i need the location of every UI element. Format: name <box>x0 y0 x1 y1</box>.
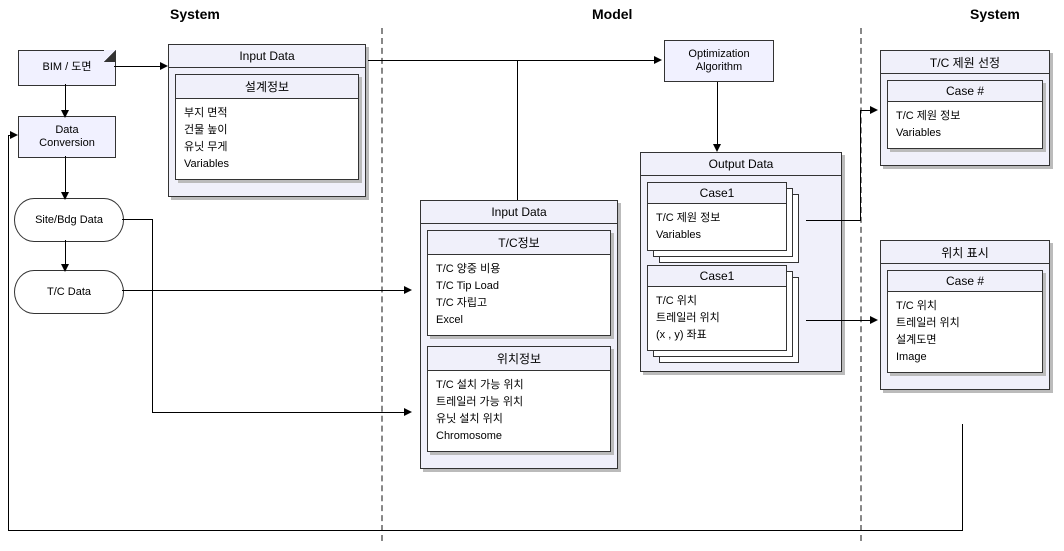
line: T/C 위치 <box>656 293 778 310</box>
line: 트레일러 위치 <box>896 315 1034 332</box>
line: (x , y) 좌표 <box>656 327 778 344</box>
node-optimization-algorithm: Optimization Algorithm <box>664 40 774 82</box>
arrow <box>806 220 860 221</box>
group-location-display: 위치 표시 Case # T/C 위치 트레일러 위치 설계도면 Image <box>880 240 1050 390</box>
arrow <box>65 156 66 194</box>
arrow <box>65 84 66 112</box>
arrowhead-icon <box>61 192 69 200</box>
card-title: Case # <box>888 81 1042 102</box>
arrow <box>717 82 718 146</box>
card-case-location: Case1 T/C 위치 트레일러 위치 (x , y) 좌표 <box>647 265 787 351</box>
arrow <box>152 219 153 412</box>
arrowhead-icon <box>713 144 721 152</box>
arrowhead-icon <box>10 131 18 139</box>
line: T/C 제원 정보 <box>656 210 778 227</box>
line: 트레일러 위치 <box>656 310 778 327</box>
line: 유닛 설치 위치 <box>436 411 602 428</box>
divider-right <box>860 28 862 541</box>
group-input-data-design: Input Data 설계정보 부지 면적 건물 높이 유닛 무게 Variab… <box>168 44 366 197</box>
arrowhead-icon <box>404 408 412 416</box>
arrow <box>8 135 9 531</box>
group-title: Output Data <box>641 153 841 176</box>
col-header-system-right: System <box>970 6 1020 22</box>
node-bim-document: BIM / 도면 <box>18 50 116 86</box>
line: 부지 면적 <box>184 105 350 122</box>
node-data-conversion: Data Conversion <box>18 116 116 158</box>
line: T/C 양중 비용 <box>436 261 602 278</box>
arrow <box>152 412 406 413</box>
arrowhead-icon <box>160 62 168 70</box>
arrow <box>806 320 872 321</box>
card-case-spec-out: Case # T/C 제원 정보 Variables <box>887 80 1043 149</box>
group-title: 위치 표시 <box>881 241 1049 264</box>
line: Image <box>896 349 1034 366</box>
arrow <box>122 290 406 291</box>
card-location-info: 위치정보 T/C 설치 가능 위치 트레일러 가능 위치 유닛 설치 위치 Ch… <box>427 346 611 452</box>
card-title: 설계정보 <box>176 75 358 99</box>
arrowhead-icon <box>870 316 878 324</box>
card-title: T/C정보 <box>428 231 610 255</box>
card-title: Case1 <box>648 183 786 204</box>
line: 트레일러 가능 위치 <box>436 394 602 411</box>
col-header-system-left: System <box>170 6 220 22</box>
stack-case-location: Case1 T/C 위치 트레일러 위치 (x , y) 좌표 <box>647 265 787 351</box>
card-tc-info: T/C정보 T/C 양중 비용 T/C Tip Load T/C 자립고 Exc… <box>427 230 611 336</box>
stack-case-spec: Case1 T/C 제원 정보 Variables <box>647 182 787 251</box>
group-title: Input Data <box>169 45 365 68</box>
arrow <box>65 240 66 266</box>
line: 건물 높이 <box>184 122 350 139</box>
line: 유닛 무게 <box>184 139 350 156</box>
arrow <box>962 424 963 530</box>
line: T/C 위치 <box>896 298 1034 315</box>
line: T/C 자립고 <box>436 295 602 312</box>
card-case-location-out: Case # T/C 위치 트레일러 위치 설계도면 Image <box>887 270 1043 373</box>
line: Variables <box>656 227 778 244</box>
group-output-data: Output Data Case1 T/C 제원 정보 Variables Ca… <box>640 152 842 372</box>
diagram: System Model System BIM / 도면 Data Conver… <box>0 0 1064 551</box>
line: T/C 제원 정보 <box>896 108 1034 125</box>
line: T/C 설치 가능 위치 <box>436 377 602 394</box>
group-title: T/C 제원 선정 <box>881 51 1049 74</box>
node-tc-data: T/C Data <box>14 270 124 314</box>
group-tc-spec-select: T/C 제원 선정 Case # T/C 제원 정보 Variables <box>880 50 1050 166</box>
arrowhead-icon <box>61 110 69 118</box>
card-title: Case # <box>888 271 1042 292</box>
arrowhead-icon <box>870 106 878 114</box>
card-case-spec: Case1 T/C 제원 정보 Variables <box>647 182 787 251</box>
arrow <box>122 219 152 220</box>
arrowhead-icon <box>404 286 412 294</box>
card-title: 위치정보 <box>428 347 610 371</box>
card-title: Case1 <box>648 266 786 287</box>
node-site-bdg-data: Site/Bdg Data <box>14 198 124 242</box>
group-title: Input Data <box>421 201 617 224</box>
arrow <box>860 110 861 221</box>
line: T/C Tip Load <box>436 278 602 295</box>
arrowhead-icon <box>61 264 69 272</box>
arrowhead-icon <box>654 56 662 64</box>
col-header-model: Model <box>592 6 632 22</box>
divider-left <box>381 28 383 541</box>
card-design-info: 설계정보 부지 면적 건물 높이 유닛 무게 Variables <box>175 74 359 180</box>
line: Chromosome <box>436 428 602 445</box>
arrow <box>8 530 963 531</box>
line: Variables <box>896 125 1034 142</box>
line: 설계도면 <box>896 332 1034 349</box>
line: Excel <box>436 312 602 329</box>
group-input-data-model: Input Data T/C정보 T/C 양중 비용 T/C Tip Load … <box>420 200 618 469</box>
line: Variables <box>184 156 350 173</box>
arrow <box>368 60 656 61</box>
arrow <box>517 60 518 200</box>
arrow <box>114 66 162 67</box>
